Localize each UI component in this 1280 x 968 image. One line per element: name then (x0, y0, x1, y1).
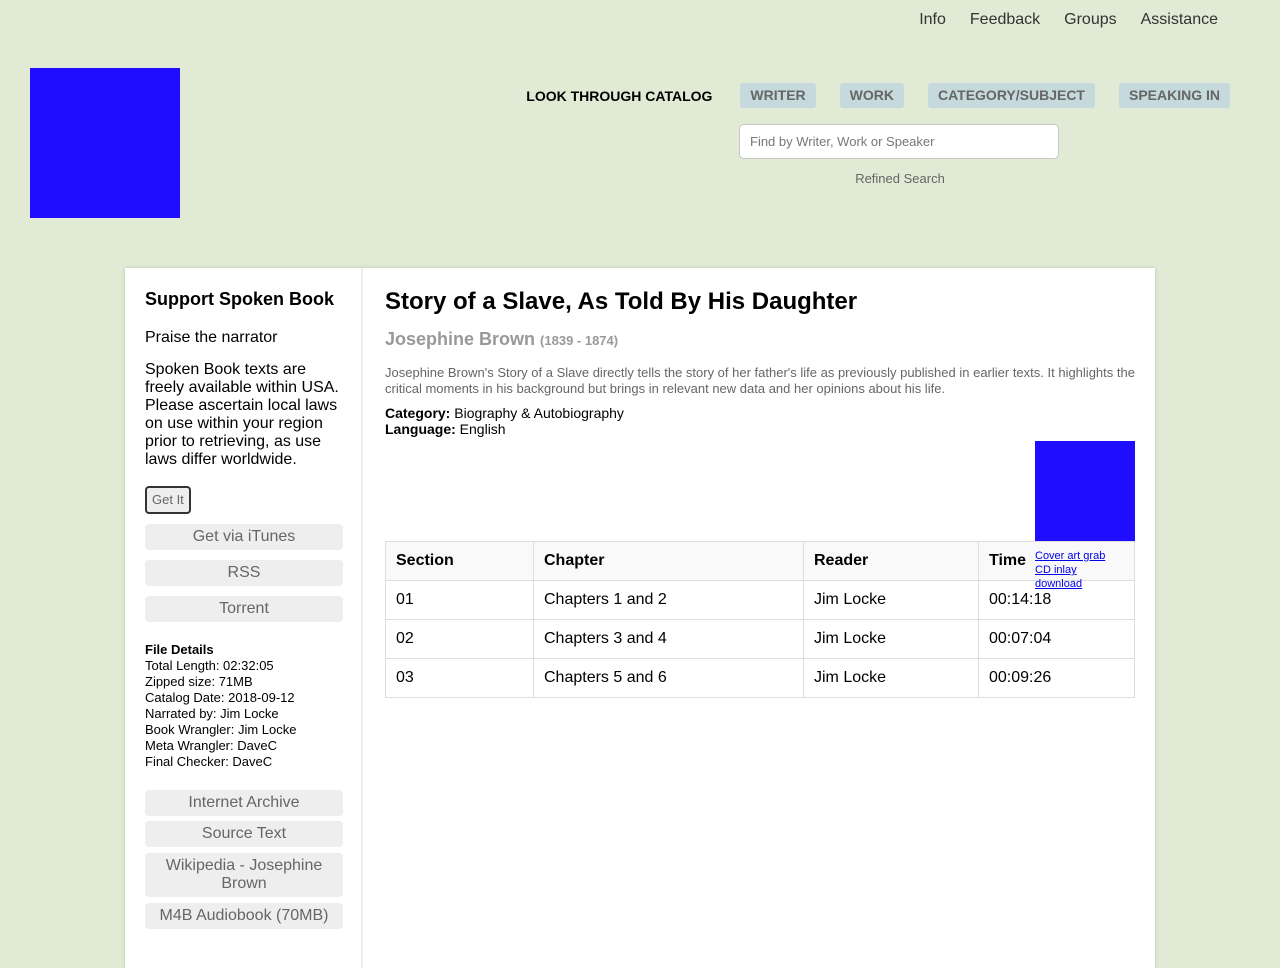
author-line: Josephine Brown (1839 - 1874) (385, 329, 1135, 351)
browse-catalog: LOOK THROUGH CATALOG WRITER WORK CATEGOR… (526, 83, 1230, 108)
torrent-button[interactable]: Torrent (145, 596, 343, 622)
section-time: 00:09:26 (978, 658, 1135, 698)
total-length: Total Length: 02:32:05 (145, 658, 274, 673)
section-number: 01 (385, 580, 534, 620)
nav-feedback[interactable]: Feedback (958, 8, 1052, 32)
sidebar-title: Support Spoken Book (145, 289, 334, 309)
cover-art-grab-link[interactable]: Cover art grab (1035, 549, 1135, 563)
cover-image[interactable] (1035, 441, 1135, 541)
language-value[interactable]: English (460, 421, 506, 437)
language-label: Language: (385, 421, 456, 437)
usage-notice: Spoken Book texts are freely available w… (145, 361, 339, 468)
site-logo[interactable] (30, 68, 180, 218)
book-wrangler: Book Wrangler: Jim Locke (145, 722, 297, 737)
search-input[interactable] (739, 124, 1059, 159)
browse-work-button[interactable]: WORK (839, 83, 904, 108)
chapter-link[interactable]: Chapters 5 and 6 (533, 658, 804, 698)
final-checker: Final Checker: DaveC (145, 754, 273, 769)
itunes-button[interactable]: Get via iTunes (145, 524, 343, 550)
nav-groups[interactable]: Groups (1052, 8, 1128, 32)
cd-inlay-link[interactable]: CD inlay (1035, 563, 1135, 577)
chapter-link[interactable]: Chapters 3 and 4 (533, 619, 804, 659)
internet-archive-link[interactable]: Internet Archive (145, 790, 343, 816)
sidebar-links: Internet Archive Source Text Wikipedia -… (145, 790, 343, 929)
section-time: 00:07:04 (978, 619, 1135, 659)
browse-label: LOOK THROUGH CATALOG (526, 87, 713, 104)
cover-art: Cover art grab CD inlay download (1035, 441, 1135, 591)
sidebar: Support Spoken Book Praise the narrator … (125, 268, 363, 968)
nav-info[interactable]: Info (907, 8, 958, 32)
table-row: 03 Chapters 5 and 6 Jim Locke 00:09:26 (385, 658, 1135, 698)
book-meta: Category: Biography & Autobiography Lang… (385, 405, 1135, 437)
author-name[interactable]: Josephine Brown (385, 329, 535, 349)
file-details: File Details Total Length: 02:32:05 Zipp… (145, 642, 343, 770)
header-reader: Reader (803, 541, 979, 581)
praise-narrator-link[interactable]: Praise the narrator (145, 328, 343, 347)
browse-writer-button[interactable]: WRITER (740, 83, 816, 108)
reader-link[interactable]: Jim Locke (803, 619, 979, 659)
cover-download-link[interactable]: download (1035, 577, 1135, 591)
section-number: 02 (385, 619, 534, 659)
narrated-by: Narrated by: Jim Locke (145, 706, 279, 721)
content-panel: Support Spoken Book Praise the narrator … (125, 268, 1155, 968)
catalog-date: Catalog Date: 2018-09-12 (145, 690, 295, 705)
browse-category-button[interactable]: CATEGORY/SUBJECT (927, 83, 1095, 108)
zipped-size: Zipped size: 71MB (145, 674, 253, 689)
author-dates: (1839 - 1874) (540, 333, 619, 348)
refined-search-link[interactable]: Refined Search (739, 171, 1061, 186)
m4b-audiobook-link[interactable]: M4B Audiobook (70MB) (145, 903, 343, 929)
source-text-link[interactable]: Source Text (145, 821, 343, 847)
book-title: Story of a Slave, As Told By His Daughte… (385, 288, 858, 315)
rss-button[interactable]: RSS (145, 560, 343, 586)
header-chapter: Chapter (533, 541, 804, 581)
reader-link[interactable]: Jim Locke (803, 658, 979, 698)
chapter-link[interactable]: Chapters 1 and 2 (533, 580, 804, 620)
header-section: Section (385, 541, 534, 581)
get-it-button[interactable]: Get It (145, 486, 191, 514)
category-label: Category: (385, 405, 451, 421)
reader-link[interactable]: Jim Locke (803, 580, 979, 620)
book-description: Josephine Brown's Story of a Slave direc… (385, 365, 1135, 396)
top-nav: Info Feedback Groups Assistance (907, 8, 1230, 32)
table-row: 02 Chapters 3 and 4 Jim Locke 00:07:04 (385, 619, 1135, 659)
sections-table: Section Chapter Reader Time 01 Chapters … (385, 541, 1135, 698)
section-number: 03 (385, 658, 534, 698)
meta-wrangler: Meta Wrangler: DaveC (145, 738, 277, 753)
category-value[interactable]: Biography & Autobiography (454, 405, 624, 421)
wikipedia-link[interactable]: Wikipedia - Josephine Brown (145, 853, 343, 897)
file-details-heading: File Details (145, 642, 214, 657)
browse-language-button[interactable]: SPEAKING IN (1118, 83, 1230, 108)
book-main: Story of a Slave, As Told By His Daughte… (385, 268, 1135, 698)
table-row: 01 Chapters 1 and 2 Jim Locke 00:14:18 (385, 580, 1135, 620)
nav-assistance[interactable]: Assistance (1129, 8, 1230, 32)
table-header-row: Section Chapter Reader Time (385, 541, 1135, 581)
